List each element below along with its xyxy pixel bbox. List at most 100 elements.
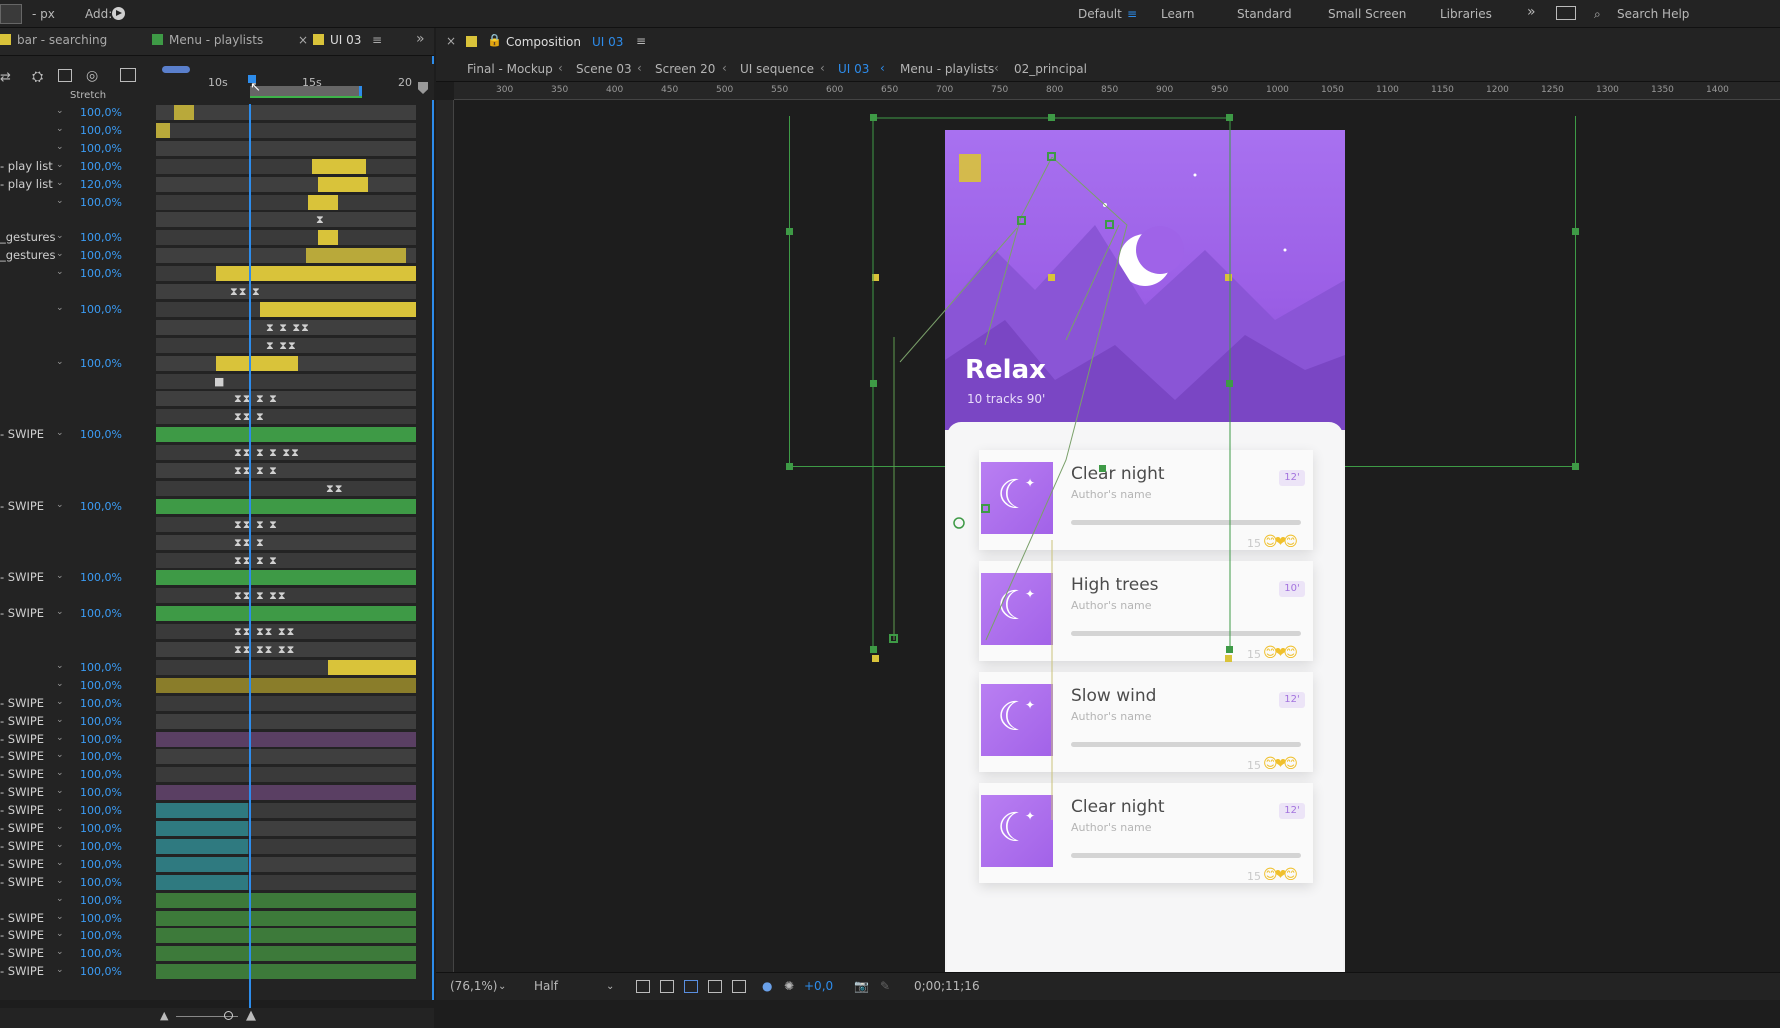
track-lane[interactable] [156,534,416,550]
track-lane[interactable] [156,140,416,156]
layer-bar[interactable] [156,427,416,443]
layer-name[interactable]: - SWIPE [0,821,58,835]
composition-viewer[interactable]: Relax 10 tracks 90' ☾ ✦ Clear night Author'… [454,100,1780,1000]
stretch-value[interactable]: 100,0% [80,571,122,584]
track-lane[interactable] [156,767,416,783]
chevron-down-icon[interactable]: ⌄ [56,715,64,725]
timeline-row[interactable]: ⧗⧗ ⧗ ⧗⧗ [0,587,434,605]
chevron-down-icon[interactable]: ⌄ [56,607,64,617]
layer-bar[interactable] [156,122,170,138]
layer-bar[interactable] [156,856,248,872]
timeline-row[interactable]: - play list ⌄ 120,0% [0,176,434,194]
chevron-down-icon[interactable]: ⌄ [56,894,64,904]
chevron-down-icon[interactable]: ⌄ [56,142,64,152]
stretch-value[interactable]: 100,0% [80,106,122,119]
selection-handle[interactable] [1225,655,1232,662]
composition-tab-prefix[interactable]: Composition [506,35,581,49]
stretch-value[interactable]: 100,0% [80,750,122,763]
layer-name[interactable]: - SWIPE [0,749,58,763]
expand-panel-icon[interactable]: » [416,31,425,47]
chevron-down-icon[interactable]: ⌄ [56,428,64,438]
tab-bar-searching[interactable]: bar - searching [0,33,107,47]
stretch-value[interactable]: 100,0% [80,947,122,960]
layer-name[interactable]: - SWIPE [0,875,58,889]
add-button[interactable] [112,7,125,20]
timeline-row[interactable]: - SWIPE ⌄ 100,0% [0,802,434,820]
chevron-down-icon[interactable]: ⌄ [56,231,64,241]
chevron-down-icon[interactable]: ⌄ [56,249,64,259]
layout-icon[interactable] [1556,6,1576,20]
layer-name[interactable]: - SWIPE [0,570,58,584]
chevron-down-icon[interactable]: ⌄ [56,106,64,116]
track-lane[interactable] [156,391,416,407]
chevron-down-icon[interactable]: ⌄ [56,929,64,939]
panel-menu-icon[interactable]: ≡ [372,33,382,47]
layer-bar[interactable] [260,301,416,317]
chevron-down-icon[interactable]: ⌄ [56,500,64,510]
layer-bar[interactable] [328,659,416,675]
layer-bar[interactable] [156,803,248,819]
keyframe-icon[interactable]: ⧗ ⧗ ⧗⧗ [266,321,310,335]
workspace-small-screen[interactable]: Small Screen [1328,7,1406,21]
stretch-value[interactable]: 100,0% [80,500,122,513]
stretch-value[interactable]: 100,0% [80,231,122,244]
timeline-row[interactable]: - SWIPE ⌄ 100,0% [0,426,434,444]
timeline-row[interactable]: _gestures ⌄ 100,0% [0,229,434,247]
keyframe-icon[interactable]: ⧗⧗ ⧗ ⧗ ⧗⧗ [234,446,300,460]
track-lane[interactable] [156,480,416,496]
timeline-row[interactable]: ⌄ 100,0% [0,355,434,373]
layer-bar[interactable] [156,874,248,890]
chevron-down-icon[interactable]: ⌄ [56,858,64,868]
timeline-row[interactable]: - SWIPE ⌄ 100,0% [0,945,434,963]
timeline-row[interactable]: ⌄ 100,0% [0,265,434,283]
layer-name[interactable]: - SWIPE [0,427,58,441]
timeline-row[interactable]: ⧗⧗ ⧗⧗ ⧗⧗ [0,623,434,641]
stretch-value[interactable]: 120,0% [80,178,122,191]
exposure-value[interactable]: +0,0 [804,979,833,993]
timeline-row[interactable]: ⌄ 100,0% [0,659,434,677]
work-area-bar[interactable] [250,86,362,96]
layer-name[interactable]: - SWIPE [0,499,58,513]
chevron-down-icon[interactable]: ⌄ [56,661,64,671]
track-lane[interactable] [156,373,416,389]
timeline-row[interactable]: - SWIPE ⌄ 100,0% [0,605,434,623]
chevron-down-icon[interactable]: ⌄ [56,965,64,975]
chevron-down-icon[interactable]: ⌄ [56,267,64,277]
layer-bar[interactable] [156,731,416,747]
comp-menu-icon[interactable]: ≡ [636,34,646,48]
stretch-value[interactable]: 100,0% [80,697,122,710]
timeline-row[interactable]: - play list ⌄ 100,0% [0,158,434,176]
keyframe-icon[interactable]: ⧗⧗ ⧗ ⧗ [234,464,278,478]
layer-name[interactable]: - SWIPE [0,964,58,978]
timeline-row[interactable]: ⧗ ⧗⧗ [0,337,434,355]
anchor-point-icon[interactable] [953,517,965,529]
search-icon[interactable]: ⌕ [1594,7,1601,22]
chevron-down-icon[interactable]: ⌄ [56,196,64,206]
chevron-down-icon[interactable]: ⌄ [606,981,614,992]
timeline-row[interactable]: - SWIPE ⌄ 100,0% [0,748,434,766]
timeline-row[interactable]: - SWIPE ⌄ 100,0% [0,766,434,784]
timeline-row[interactable]: - SWIPE ⌄ 100,0% [0,838,434,856]
timeline-row[interactable]: ⌄ 100,0% [0,301,434,319]
track-lane[interactable] [156,194,416,210]
stretch-value[interactable]: 100,0% [80,858,122,871]
crumb-final-mockup[interactable]: Final - Mockup [467,62,553,76]
stretch-value[interactable]: 100,0% [80,965,122,978]
chevron-down-icon[interactable]: ⌄ [56,124,64,134]
track-lane[interactable] [156,122,416,138]
track-lane[interactable] [156,158,416,174]
keyframe-icon[interactable]: ⧗ [316,213,325,227]
timeline-row[interactable]: ⌄ 100,0% [0,122,434,140]
time-ruler[interactable]: 10s 15s 20 ↖ [156,66,418,98]
crumb-menu-playlists[interactable]: Menu - playlists [900,62,994,76]
path-vertex[interactable] [981,504,990,513]
layer-name[interactable]: - SWIPE [0,839,58,853]
timeline-row[interactable]: - SWIPE ⌄ 100,0% [0,784,434,802]
current-timecode[interactable]: 0;00;11;16 [914,979,980,993]
crumb-ui-03[interactable]: UI 03 [838,62,869,76]
search-help-field[interactable]: Search Help [1617,7,1689,21]
keyframe-icon[interactable]: ⧗⧗ ⧗ [230,285,261,299]
chevron-down-icon[interactable]: ⌄ [56,303,64,313]
crumb-screen-20[interactable]: Screen 20 [655,62,715,76]
workspace-learn[interactable]: Learn [1161,7,1195,21]
